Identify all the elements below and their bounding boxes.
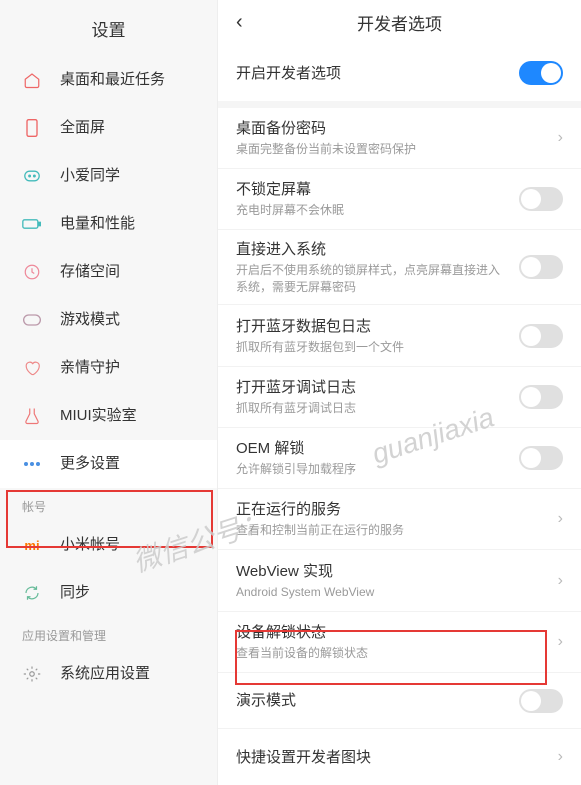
- subtitle: Android System WebView: [236, 584, 550, 601]
- label: 系统应用设置: [60, 664, 150, 684]
- subtitle: 允许解锁引导加载程序: [236, 461, 511, 478]
- sidebar-item-home[interactable]: 桌面和最近任务: [0, 56, 217, 104]
- sidebar-item-lab[interactable]: MIUI实验室: [0, 392, 217, 440]
- section-account: 帐号: [0, 488, 217, 521]
- toggle-oem-unlock[interactable]: [519, 446, 563, 470]
- title: 正在运行的服务: [236, 499, 550, 520]
- subtitle: 开启后不使用系统的锁屏样式，点亮屏幕直接进入系统，需要无屏幕密码: [236, 262, 511, 296]
- toggle-no-lock[interactable]: [519, 187, 563, 211]
- row-backup-pwd[interactable]: 桌面备份密码桌面完整备份当前未设置密码保护 ›: [218, 108, 581, 169]
- label: 桌面和最近任务: [60, 70, 165, 90]
- label: 全面屏: [60, 118, 105, 138]
- row-unlock-status[interactable]: 设备解锁状态查看当前设备的解锁状态 ›: [218, 612, 581, 673]
- sidebar-title: 设置: [92, 16, 126, 41]
- label: 存储空间: [60, 262, 120, 282]
- title: 演示模式: [236, 690, 511, 711]
- subtitle: 桌面完整备份当前未设置密码保护: [236, 141, 550, 158]
- chevron-right-icon: ›: [558, 633, 563, 651]
- row-webview[interactable]: WebView 实现 Android System WebView ›: [218, 550, 581, 611]
- sidebar-item-fullscreen[interactable]: 全面屏: [0, 104, 217, 152]
- label: 游戏模式: [60, 310, 120, 330]
- title: 设备解锁状态: [236, 622, 550, 643]
- assistant-icon: [22, 166, 42, 186]
- section-apps: 应用设置和管理: [0, 617, 217, 650]
- row-oem-unlock[interactable]: OEM 解锁允许解锁引导加载程序: [218, 428, 581, 489]
- row-bt-pkg-log[interactable]: 打开蓝牙数据包日志抓取所有蓝牙数据包到一个文件: [218, 305, 581, 366]
- home-icon: [22, 70, 42, 90]
- row-direct-sys[interactable]: 直接进入系统开启后不使用系统的锁屏样式，点亮屏幕直接进入系统，需要无屏幕密码: [218, 230, 581, 305]
- label: 小米帐号: [60, 535, 120, 555]
- sidebar-item-family[interactable]: 亲情守护: [0, 344, 217, 392]
- panel-header: ‹ 开发者选项: [218, 0, 581, 45]
- row-no-lock[interactable]: 不锁定屏幕充电时屏幕不会休眠: [218, 169, 581, 230]
- toggle-bt-dbg[interactable]: [519, 385, 563, 409]
- more-icon: [22, 454, 42, 474]
- sidebar-item-game[interactable]: 游戏模式: [0, 296, 217, 344]
- row-demo[interactable]: 演示模式: [218, 673, 581, 729]
- title: 不锁定屏幕: [236, 179, 511, 200]
- row-bt-dbg-log[interactable]: 打开蓝牙调试日志抓取所有蓝牙调试日志: [218, 367, 581, 428]
- label: 亲情守护: [60, 358, 120, 378]
- title: OEM 解锁: [236, 438, 511, 459]
- sync-icon: [22, 583, 42, 603]
- panel-title: 开发者选项: [357, 10, 442, 35]
- title: 开启开发者选项: [236, 63, 511, 84]
- title: 桌面备份密码: [236, 118, 550, 139]
- fullscreen-icon: [22, 118, 42, 138]
- toggle-bt-pkg[interactable]: [519, 324, 563, 348]
- label: MIUI实验室: [60, 406, 137, 426]
- chevron-right-icon: ›: [558, 510, 563, 528]
- title: 快捷设置开发者图块: [236, 747, 550, 768]
- toggle-demo[interactable]: [519, 689, 563, 713]
- toggle-direct-sys[interactable]: [519, 255, 563, 279]
- sidebar-header: 设置: [0, 0, 217, 56]
- label: 电量和性能: [60, 214, 135, 234]
- mi-icon: mi: [22, 535, 42, 555]
- subtitle: 充电时屏幕不会休眠: [236, 202, 511, 219]
- title: 打开蓝牙数据包日志: [236, 316, 511, 337]
- label: 更多设置: [60, 454, 120, 474]
- row-running-svc[interactable]: 正在运行的服务查看和控制当前正在运行的服务 ›: [218, 489, 581, 550]
- subtitle: 查看当前设备的解锁状态: [236, 645, 550, 662]
- sidebar-item-storage[interactable]: 存储空间: [0, 248, 217, 296]
- row-quick-tiles[interactable]: 快捷设置开发者图块 ›: [218, 729, 581, 785]
- storage-icon: [22, 262, 42, 282]
- title: 打开蓝牙调试日志: [236, 377, 511, 398]
- label: 小爱同学: [60, 166, 120, 186]
- sidebar-item-more[interactable]: 更多设置: [0, 440, 217, 488]
- title: WebView 实现: [236, 561, 550, 582]
- subtitle: 查看和控制当前正在运行的服务: [236, 522, 550, 539]
- toggle-enable-dev[interactable]: [519, 61, 563, 85]
- sidebar-item-system-apps[interactable]: 系统应用设置: [0, 650, 217, 698]
- label: 同步: [60, 583, 90, 603]
- sidebar-item-battery[interactable]: 电量和性能: [0, 200, 217, 248]
- settings-sidebar: 设置 桌面和最近任务 全面屏 小爱同学 电量和性能 存储空间 游戏模式 亲情守护…: [0, 0, 218, 785]
- sidebar-item-xiaomi-account[interactable]: mi 小米帐号: [0, 521, 217, 569]
- game-icon: [22, 310, 42, 330]
- chevron-right-icon: ›: [558, 129, 563, 147]
- chevron-right-icon: ›: [558, 748, 563, 766]
- sidebar-item-xiaoai[interactable]: 小爱同学: [0, 152, 217, 200]
- heart-icon: [22, 358, 42, 378]
- chevron-right-icon: ›: [558, 572, 563, 590]
- flask-icon: [22, 406, 42, 426]
- subtitle: 抓取所有蓝牙调试日志: [236, 400, 511, 417]
- row-enable-dev[interactable]: 开启开发者选项: [218, 45, 581, 101]
- sidebar-item-sync[interactable]: 同步: [0, 569, 217, 617]
- subtitle: 抓取所有蓝牙数据包到一个文件: [236, 339, 511, 356]
- gear-icon: [22, 664, 42, 684]
- title: 直接进入系统: [236, 239, 511, 260]
- developer-options-panel: ‹ 开发者选项 开启开发者选项 桌面备份密码桌面完整备份当前未设置密码保护 › …: [218, 0, 581, 785]
- back-button[interactable]: ‹: [236, 11, 243, 34]
- battery-icon: [22, 214, 42, 234]
